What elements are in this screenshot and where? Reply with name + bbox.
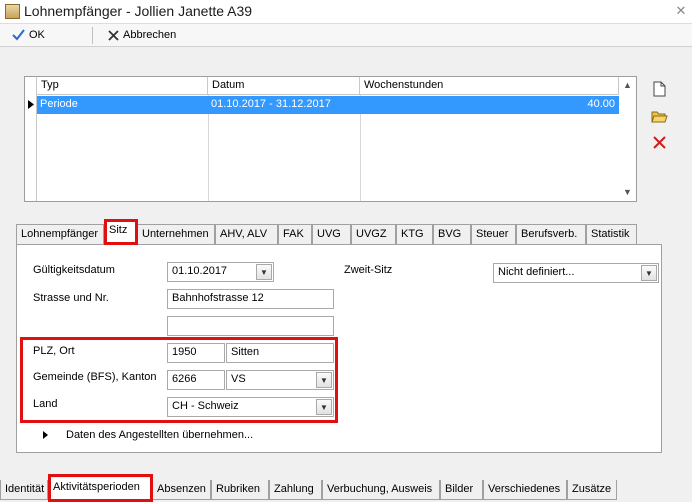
strasse-label: Strasse und Nr.	[33, 292, 109, 304]
scroll-up-icon[interactable]: ▲	[623, 80, 632, 90]
chevron-down-icon[interactable]: ▼	[316, 372, 332, 388]
tab-statistik[interactable]: Statistik	[586, 224, 637, 244]
chevron-down-icon[interactable]: ▼	[641, 265, 657, 281]
tab-unternehmen[interactable]: Unternehmen	[137, 224, 215, 244]
land-label: Land	[33, 398, 58, 410]
cell-wochenstunden[interactable]: 40.00	[360, 96, 619, 114]
row-indicator-column	[25, 77, 37, 201]
column-header-datum[interactable]: Datum	[208, 77, 360, 95]
tab-aktivitaetsperioden[interactable]: Aktivitätsperioden	[48, 478, 152, 502]
cell-datum[interactable]: 01.10.2017 - 31.12.2017	[208, 96, 360, 114]
title-bar: Lohnempfänger - Jollien Janette A39 ✕	[0, 0, 692, 24]
cancel-button[interactable]: Abbrechen	[104, 26, 180, 44]
tab-verschiedenes[interactable]: Verschiedenes	[483, 480, 567, 500]
tab-bvg[interactable]: BVG	[433, 224, 471, 244]
delete-icon[interactable]	[650, 133, 668, 151]
tab-steuer[interactable]: Steuer	[471, 224, 516, 244]
tab-verbuchung-ausweis[interactable]: Verbuchung, Ausweis	[322, 480, 440, 500]
ok-button-label: OK	[29, 29, 45, 41]
tab-absenzen[interactable]: Absenzen	[152, 480, 211, 500]
tab-fak[interactable]: FAK	[278, 224, 312, 244]
tab-bilder[interactable]: Bilder	[440, 480, 483, 500]
kanton-select[interactable]: VS ▼	[226, 370, 334, 390]
zweit-sitz-value: Nicht definiert...	[498, 266, 575, 278]
tab-ahv-alv[interactable]: AHV, ALV	[215, 224, 278, 244]
tab-identitaet[interactable]: Identität	[0, 480, 48, 500]
tab-ktg[interactable]: KTG	[396, 224, 433, 244]
toolbar: OK Abbrechen	[0, 24, 692, 47]
tab-zusaetze[interactable]: Zusätze	[567, 480, 617, 500]
app-icon	[5, 4, 20, 19]
row-pointer-icon	[28, 100, 34, 109]
gueltigkeitsdatum-value: 01.10.2017	[172, 265, 228, 277]
tab-uvgz[interactable]: UVGZ	[351, 224, 396, 244]
daten-uebernehmen-label: Daten des Angestellten übernehmen...	[66, 429, 254, 441]
strasse-input[interactable]: Bahnhofstrasse 12	[167, 289, 334, 309]
ort-input[interactable]: Sitten	[226, 343, 334, 363]
plz-input[interactable]: 1950	[167, 343, 225, 363]
zweit-sitz-select[interactable]: Nicht definiert... ▼	[493, 263, 659, 283]
tab-lohnempfaenger[interactable]: Lohnempfänger	[16, 224, 104, 244]
open-folder-icon[interactable]	[650, 107, 668, 125]
daten-uebernehmen-link[interactable]: Daten des Angestellten übernehmen...	[43, 429, 253, 441]
column-header-wochenstunden[interactable]: Wochenstunden	[360, 77, 619, 95]
gueltigkeitsdatum-label: Gültigkeitsdatum	[33, 264, 115, 276]
kanton-value: VS	[231, 373, 246, 385]
land-select[interactable]: CH - Schweiz ▼	[167, 397, 334, 417]
plz-ort-label: PLZ, Ort	[33, 345, 75, 357]
toolbar-separator	[92, 27, 93, 44]
check-icon	[12, 29, 25, 41]
tab-berufsverb[interactable]: Berufsverb.	[516, 224, 586, 244]
chevron-down-icon[interactable]: ▼	[316, 399, 332, 415]
tab-zahlung[interactable]: Zahlung	[269, 480, 322, 500]
land-value: CH - Schweiz	[172, 400, 239, 412]
tab-sitz[interactable]: Sitz	[104, 220, 137, 245]
new-document-icon[interactable]	[650, 80, 668, 98]
close-icon[interactable]: ✕	[674, 4, 688, 18]
cancel-button-label: Abbrechen	[123, 29, 177, 41]
gemeinde-label: Gemeinde (BFS), Kanton	[33, 371, 157, 383]
gemeinde-input[interactable]: 6266	[167, 370, 225, 390]
column-header-typ[interactable]: Typ	[37, 77, 208, 95]
tab-uvg[interactable]: UVG	[312, 224, 351, 244]
cross-icon	[108, 29, 119, 41]
ok-button[interactable]: OK	[8, 26, 49, 44]
periods-grid[interactable]: Typ Datum Wochenstunden Periode 01.10.20…	[24, 76, 637, 202]
scroll-down-icon[interactable]: ▼	[623, 187, 632, 197]
tab-rubriken[interactable]: Rubriken	[211, 480, 269, 500]
zweit-sitz-label: Zweit-Sitz	[344, 264, 393, 276]
cell-typ[interactable]: Periode	[37, 96, 208, 114]
window-title: Lohnempfänger - Jollien Janette A39	[24, 3, 253, 19]
vertical-scrollbar[interactable]: ▲ ▼	[619, 77, 636, 201]
strasse-line2-input[interactable]	[167, 316, 334, 336]
gueltigkeitsdatum-field[interactable]: 01.10.2017 ▼	[167, 262, 274, 282]
chevron-down-icon[interactable]: ▼	[256, 264, 272, 280]
expand-arrow-icon	[43, 431, 48, 439]
